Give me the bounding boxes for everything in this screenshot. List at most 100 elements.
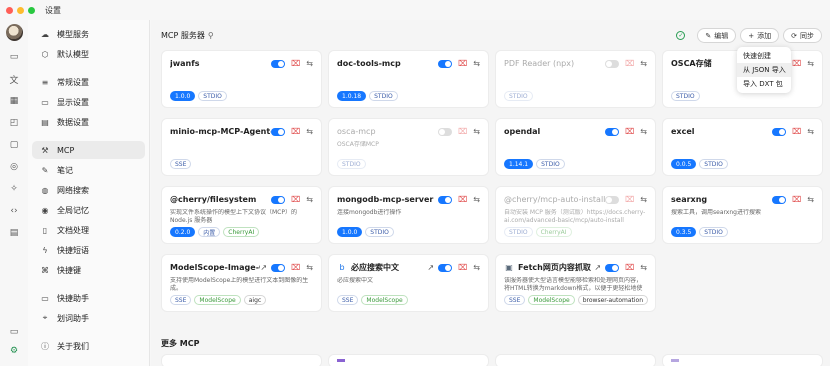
mcp-server-card[interactable]: excel ⌧ ⇆ 0.0.5 STDIO (662, 118, 823, 176)
chat-icon[interactable]: ▭ (4, 47, 24, 67)
mcp-server-card[interactable]: searxng ⌧ ⇆ 搜索工具，调用searxng进行搜索 0.3.5 STDIO (662, 186, 823, 244)
trash-icon[interactable]: ⌧ (291, 59, 300, 68)
search-icon[interactable]: ⚲ (208, 31, 214, 40)
sidebar-item[interactable]: ▭ 快捷助手 (32, 289, 145, 307)
trash-icon[interactable]: ⌧ (291, 263, 300, 272)
mcp-server-card[interactable]: PDF Reader (npx) ⌧ ⇆ STDIO (495, 50, 656, 108)
settings-sliders-icon[interactable]: ⇆ (473, 127, 480, 136)
sidebar-item[interactable]: ≡ 常规设置 (32, 73, 145, 91)
apps-icon[interactable]: ▦ (4, 91, 24, 111)
sidebar-item[interactable]: ⚒ MCP (32, 141, 145, 159)
trash-icon[interactable]: ⌧ (625, 195, 634, 204)
sidebar-item[interactable]: ⓘ 关于我们 (32, 337, 145, 355)
external-link-icon[interactable]: ↗ (427, 263, 434, 272)
trash-icon[interactable]: ⌧ (291, 195, 300, 204)
enable-toggle[interactable] (271, 195, 286, 204)
external-link-icon[interactable]: ↗ (594, 263, 601, 272)
sync-button[interactable]: ⟳ 同步 (783, 28, 822, 43)
enable-toggle[interactable] (772, 195, 787, 204)
close-window-button[interactable] (6, 6, 13, 14)
sparkle-icon[interactable]: ✧ (4, 179, 24, 199)
sidebar-item[interactable]: ⬡ 默认模型 (32, 45, 145, 63)
zoom-window-button[interactable] (28, 6, 35, 14)
menu-item-import-json[interactable]: 从 JSON 导入 (737, 63, 791, 77)
trash-icon[interactable]: ⌧ (792, 59, 801, 68)
menu-item-quick-create[interactable]: 快速创建 (737, 49, 791, 63)
trash-icon[interactable]: ⌧ (625, 263, 634, 272)
sidebar-item[interactable]: ⌖ 划词助手 (32, 309, 145, 327)
sidebar-item[interactable]: ▭ 显示设置 (32, 93, 145, 111)
enable-toggle[interactable] (438, 127, 453, 136)
files-icon[interactable]: ▤ (4, 223, 24, 243)
sidebar-item[interactable]: ▤ 数据设置 (32, 113, 145, 131)
mcp-server-card[interactable]: doc-tools-mcp ⌧ ⇆ 1.0.18 STDIO (328, 50, 489, 108)
enable-toggle[interactable] (772, 127, 787, 136)
trash-icon[interactable]: ⌧ (458, 195, 467, 204)
mcp-server-card[interactable]: ModelScope-Image-G...↗ ⌧ ⇆ 支持使用ModelScope上的… (161, 254, 322, 312)
add-button[interactable]: + 添加 (740, 28, 780, 43)
monitor-icon[interactable]: ▭ (4, 322, 24, 342)
enable-toggle[interactable] (605, 59, 620, 68)
palette-icon[interactable]: ◎ (4, 157, 24, 177)
mcp-server-card[interactable]: minio-mcp-MCP-Agent-Ch... ⌧ ⇆ SSE (161, 118, 322, 176)
settings-sliders-icon[interactable]: ⇆ (640, 59, 647, 68)
mcp-server-card[interactable]: @cherry/filesystem ⌧ ⇆ 实现文件系统操作的模型上下文协议（MCP… (161, 186, 322, 244)
edit-button[interactable]: ✎ 编辑 (697, 28, 737, 43)
translate-icon[interactable]: 文 (4, 69, 24, 89)
mcp-server-card[interactable]: jwanfs ⌧ ⇆ 1.0.0 STDIO (161, 50, 322, 108)
sidebar-item[interactable]: ▯ 文档处理 (32, 221, 145, 239)
more-mcp-card[interactable] (662, 354, 823, 366)
mcp-server-card[interactable]: opendal ⌧ ⇆ 1.14.1 STDIO (495, 118, 656, 176)
enable-toggle[interactable] (438, 59, 453, 68)
trash-icon[interactable]: ⌧ (458, 263, 467, 272)
settings-sliders-icon[interactable]: ⇆ (640, 263, 647, 272)
sidebar-item[interactable]: ⌘ 快捷键 (32, 261, 145, 279)
trash-icon[interactable]: ⌧ (291, 127, 300, 136)
enable-toggle[interactable] (271, 263, 286, 272)
settings-sliders-icon[interactable]: ⇆ (306, 263, 313, 272)
trash-icon[interactable]: ⌧ (792, 127, 801, 136)
trash-icon[interactable]: ⌧ (458, 127, 467, 136)
enable-toggle[interactable] (605, 195, 620, 204)
minimize-window-button[interactable] (17, 6, 24, 14)
mcp-server-card[interactable]: @cherry/mcp-auto-install ⌧ ⇆ 自动安装 MCP 服务（测试… (495, 186, 656, 244)
sidebar-item[interactable]: ☁ 模型服务 (32, 25, 145, 43)
enable-toggle[interactable] (271, 59, 286, 68)
mcp-server-card[interactable]: ▣ Fetch网页内容抓取 ↗ ⌧ ⇆ 该服务器使大型语言模型能够检索和处理网页内容，将H… (495, 254, 656, 312)
mcp-server-card[interactable]: b 必应搜索中文 ↗ ⌧ ⇆ 必应搜索中文 SSE ModelScope (328, 254, 489, 312)
more-mcp-card[interactable] (495, 354, 656, 366)
folder-icon[interactable]: ▢ (4, 135, 24, 155)
mcp-server-card[interactable]: osca-mcp ⌧ ⇆ OSCA存储MCP STDIO (328, 118, 489, 176)
trash-icon[interactable]: ⌧ (458, 59, 467, 68)
sidebar-item[interactable]: ϟ 快捷短语 (32, 241, 145, 259)
external-link-icon[interactable]: ↗ (260, 263, 267, 272)
settings-sliders-icon[interactable]: ⇆ (807, 195, 814, 204)
avatar[interactable] (5, 24, 23, 41)
settings-sliders-icon[interactable]: ⇆ (473, 59, 480, 68)
enable-toggle[interactable] (605, 127, 620, 136)
sidebar-item[interactable]: ✎ 笔记 (32, 161, 145, 179)
settings-sliders-icon[interactable]: ⇆ (807, 127, 814, 136)
enable-toggle[interactable] (605, 263, 620, 272)
mcp-server-card[interactable]: mongodb-mcp-server ⌧ ⇆ 连接mongodb进行操作 1.0.0 ST… (328, 186, 489, 244)
settings-sliders-icon[interactable]: ⇆ (807, 59, 814, 68)
enable-toggle[interactable] (438, 195, 453, 204)
more-mcp-card[interactable] (161, 354, 322, 366)
settings-gear-icon[interactable]: ⚙ (4, 341, 24, 361)
enable-toggle[interactable] (271, 127, 286, 136)
settings-sliders-icon[interactable]: ⇆ (473, 195, 480, 204)
knowledge-icon[interactable]: ◰ (4, 113, 24, 133)
settings-sliders-icon[interactable]: ⇆ (306, 127, 313, 136)
settings-sliders-icon[interactable]: ⇆ (640, 127, 647, 136)
enable-toggle[interactable] (438, 263, 453, 272)
trash-icon[interactable]: ⌧ (792, 195, 801, 204)
menu-item-import-dxt[interactable]: 导入 DXT 包 (737, 77, 791, 91)
trash-icon[interactable]: ⌧ (625, 127, 634, 136)
settings-sliders-icon[interactable]: ⇆ (306, 59, 313, 68)
sidebar-item[interactable]: ◍ 网络搜索 (32, 181, 145, 199)
settings-sliders-icon[interactable]: ⇆ (640, 195, 647, 204)
more-mcp-card[interactable] (328, 354, 489, 366)
settings-sliders-icon[interactable]: ⇆ (306, 195, 313, 204)
code-icon[interactable]: ‹› (4, 201, 24, 221)
sidebar-item[interactable]: ◉ 全局记忆 (32, 201, 145, 219)
